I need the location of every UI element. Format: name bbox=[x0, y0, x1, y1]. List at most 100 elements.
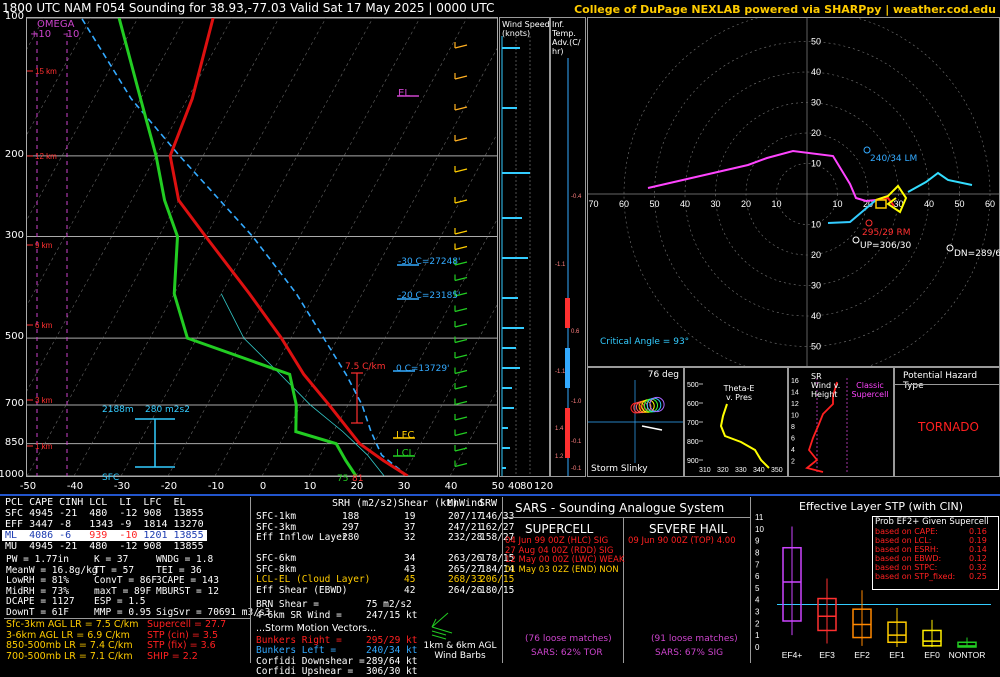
srw-level: 2 bbox=[791, 459, 795, 466]
parcel-cell: 4945 bbox=[26, 508, 56, 519]
parcel-cell: ML bbox=[2, 530, 26, 541]
stp-y-tick: 11 bbox=[755, 513, 764, 522]
wind-barb bbox=[455, 278, 467, 281]
index-value: WNDG = 1.8 bbox=[156, 554, 213, 565]
stp-category: EF3 bbox=[819, 650, 835, 660]
hodo-x-tick: 10 bbox=[833, 199, 843, 209]
parcel-cell: 4086 bbox=[26, 530, 56, 541]
hazard-value: TORNADO bbox=[918, 420, 979, 434]
parcel-cell: 13855 bbox=[171, 508, 207, 519]
page-title: 1800 UTC NAM F054 Sounding for 38.93,-77… bbox=[2, 1, 494, 15]
slinky-vector bbox=[642, 426, 662, 430]
srw-level: 14 bbox=[791, 390, 799, 397]
isotherm bbox=[309, 18, 497, 476]
kinematic-cell: 247/21 bbox=[448, 522, 482, 533]
parcel-cell: 1343 bbox=[86, 519, 116, 530]
prob-label: based on STPC: bbox=[875, 563, 937, 572]
adv-bar bbox=[565, 298, 570, 328]
parcel-row[interactable]: MU4945-21480-1290813855 bbox=[2, 541, 207, 552]
temperature-tick: 20 bbox=[347, 481, 367, 492]
pressure-label: 700 bbox=[5, 398, 24, 409]
kinematic-panel: SRH (m2/s2) Shear (kt) MnWind SRW SFC-1k… bbox=[252, 497, 502, 663]
kinematic-cell: SFC-3km bbox=[256, 522, 296, 533]
temp-advection-profile: -0.4-1.10.6-1.1-1.01.4-0.11.2-0.1 bbox=[551, 18, 585, 476]
parcel-cell: 3447 bbox=[26, 519, 56, 530]
sars-hail-matches: (91 loose matches) bbox=[651, 634, 738, 644]
right-mover-label: 295/29 RM bbox=[862, 228, 911, 238]
parcel-row[interactable]: ML4086-6939-10120113855 bbox=[2, 530, 207, 541]
storm-motion-label: Bunkers Left = bbox=[256, 645, 336, 656]
stp-panel: Effective Layer STP (with CIN) 111098765… bbox=[751, 497, 1000, 663]
isotherm bbox=[215, 18, 467, 476]
theta-level: 600 bbox=[687, 401, 699, 408]
parcel-cell: -12 bbox=[116, 541, 140, 552]
theta-x-tick: 350 bbox=[771, 467, 783, 474]
right-mover-marker bbox=[866, 220, 872, 226]
prob-title: Prob EF2+ Given Supercell bbox=[873, 517, 998, 527]
storm-slinky-panel: 76 deg Storm Slinky bbox=[587, 367, 684, 477]
isotherm bbox=[403, 18, 497, 476]
sr-wind-46-value: 247/15 kt bbox=[366, 610, 417, 621]
sars-hail-sig: SARS: 67% SIG bbox=[655, 648, 723, 658]
stp-y-tick: 9 bbox=[755, 537, 760, 546]
hodo-x-tick: 70 bbox=[589, 199, 599, 209]
pressure-label: 200 bbox=[5, 149, 24, 160]
wind-barb bbox=[455, 107, 467, 110]
kinematic-cell: 232/28 bbox=[448, 532, 482, 543]
wind-barb bbox=[455, 76, 467, 79]
parcel-table: PCLCAPECINHLCLLILFCEL SFC4945-21480-1290… bbox=[2, 497, 207, 552]
parcel-cell: -21 bbox=[56, 541, 86, 552]
wind-barb bbox=[455, 417, 467, 420]
parcel-row[interactable]: SFC4945-21480-1290813855 bbox=[2, 508, 207, 519]
adv-label: 0.6 bbox=[571, 329, 580, 335]
mnwind-header: MnWind bbox=[447, 498, 483, 509]
srw-level: 16 bbox=[791, 378, 799, 385]
hodo-x-tick: 10 bbox=[772, 199, 782, 209]
m20-level: -20 C=23185' bbox=[398, 291, 461, 301]
index-value: MBURST = 12 bbox=[156, 586, 219, 597]
kinematic-cell: 34 bbox=[404, 553, 415, 564]
stp-category: EF2 bbox=[854, 650, 870, 660]
composite-index: Supercell = 27.7 bbox=[147, 620, 226, 631]
thermo-panel: PCLCAPECINHLCLLILFCEL SFC4945-21480-1290… bbox=[2, 497, 250, 663]
index-value: MMP = 0.95 bbox=[94, 607, 151, 618]
wind-speed-tick-120: 120 bbox=[534, 481, 553, 492]
height-label: 3 km bbox=[35, 396, 53, 405]
slinky-title: Storm Slinky bbox=[591, 464, 648, 474]
temperature-tick: 10 bbox=[300, 481, 320, 492]
wind-speed-profile bbox=[500, 18, 549, 476]
wind-barb bbox=[455, 138, 467, 141]
lapse-rate: 700-500mb LR = 7.1 C/km bbox=[6, 652, 138, 663]
storm-slinky-chart bbox=[588, 368, 683, 476]
prob-value: 0.19 bbox=[969, 536, 987, 545]
hodograph-panel: 7060504030201010203040506070605040302010… bbox=[587, 17, 1000, 367]
kinematic-cell: 37 bbox=[404, 522, 415, 533]
sars-panel: SARS - Sounding Analogue System SUPERCEL… bbox=[503, 497, 750, 663]
parcel-header: CINH bbox=[56, 497, 86, 508]
lcl-label: LCL bbox=[396, 448, 414, 459]
prob-value: 0.16 bbox=[969, 527, 987, 536]
parcel-cell: 1814 bbox=[140, 519, 170, 530]
zero-level: 0 C=13729' bbox=[396, 364, 450, 374]
kinematic-cell: SFC-6km bbox=[256, 553, 296, 564]
parcel-header: LCL bbox=[86, 497, 116, 508]
parcel-cell: -6 bbox=[56, 530, 86, 541]
theta-e-panel: 500600700800900310320330340350 Theta-E v… bbox=[684, 367, 788, 477]
kinematic-cell: LCL-EL (Cloud Layer) bbox=[256, 574, 370, 585]
adv-label: -0.4 bbox=[571, 194, 582, 200]
parcel-cell: 13855 bbox=[171, 541, 207, 552]
isotherm bbox=[450, 18, 497, 476]
theta-level: 700 bbox=[687, 420, 699, 427]
sr-wind-classic: Classic Supercell bbox=[849, 381, 891, 399]
stp-y-tick: 8 bbox=[755, 548, 760, 557]
prob-label: based on EBWD: bbox=[875, 554, 941, 563]
stp-category: NONTOR bbox=[949, 650, 986, 660]
parcel-row[interactable]: EFF3447-81343-9181413270 bbox=[2, 519, 207, 530]
storm-motion-value: 289/64 kt bbox=[366, 656, 417, 667]
hodo-y-tick: 20 bbox=[811, 128, 821, 138]
hodo-y-tick: 40 bbox=[811, 311, 821, 321]
kinematic-cell: 188 bbox=[342, 511, 359, 522]
kinematic-cell: SFC-8km bbox=[256, 564, 296, 575]
kinematic-cell: 297 bbox=[342, 522, 359, 533]
wind-barb bbox=[455, 402, 467, 405]
